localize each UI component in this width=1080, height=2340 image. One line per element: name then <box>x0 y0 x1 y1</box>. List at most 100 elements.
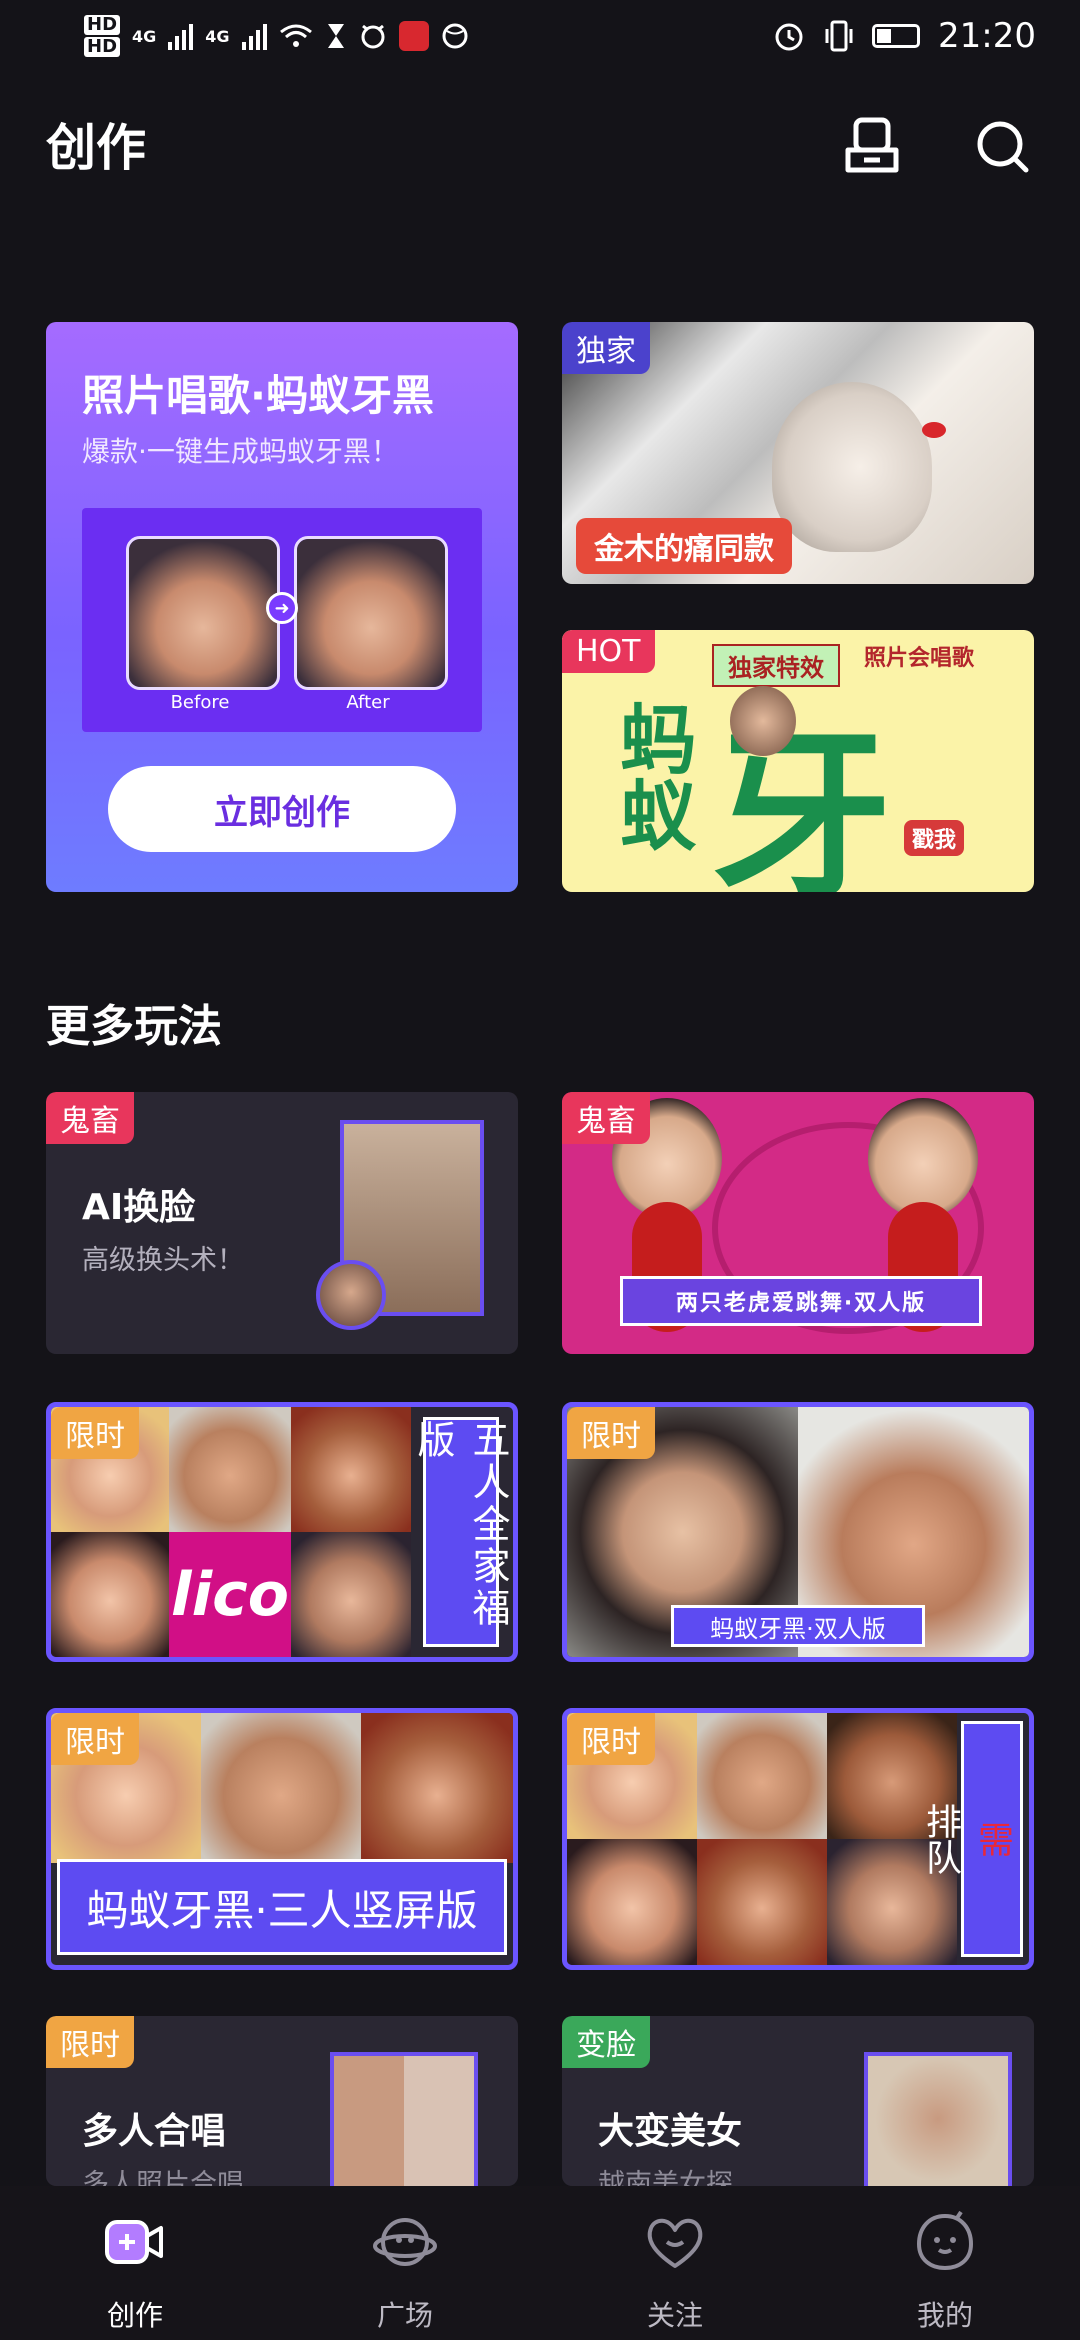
app-notification-icon <box>398 21 429 51</box>
exclusive-card[interactable]: 独家 金木的痛同款 <box>562 322 1034 584</box>
ai-face-swap-card[interactable]: 鬼畜 AI换脸 高级换头术！ <box>46 1092 518 1354</box>
photo-sing-note: 照片会唱歌 <box>863 646 974 671</box>
character-face-image <box>772 382 932 552</box>
vertical-label: 6人版需排队 <box>920 1721 1029 1957</box>
card-tag: 限时 <box>51 1713 139 1765</box>
page-title: 创作 <box>46 119 146 177</box>
status-right: 21:20 <box>772 16 1036 56</box>
featured-subtitle: 爆款·一键生成蚂蚁牙黑！ <box>82 435 399 468</box>
card-caption: 两只老虎爱跳舞·双人版 <box>620 1276 982 1326</box>
vibrate-icon <box>825 20 853 52</box>
nav-item-follow[interactable]: 关注 <box>600 2206 750 2332</box>
signal-icon-2 <box>241 22 267 50</box>
five-person-card[interactable]: 限时 lico 五人全家福版 <box>46 1402 518 1662</box>
planet-icon <box>373 2218 437 2266</box>
nav-item-plaza[interactable]: 广场 <box>330 2206 480 2332</box>
card-tag: 鬼畜 <box>562 1092 650 1144</box>
heart-icon <box>647 2218 703 2268</box>
status-left: HD HD 4G 4G <box>84 14 469 58</box>
card-caption: 蚂蚁牙黑·双人版 <box>671 1605 925 1647</box>
battery-icon <box>872 24 921 48</box>
card-tag: 变脸 <box>562 2016 650 2068</box>
vertical-label: 五人全家福版 <box>411 1417 510 1647</box>
before-after-banner: ➜ Before After <box>82 508 482 732</box>
signal-icon <box>168 22 194 50</box>
face-cell-3 <box>361 1713 513 1863</box>
inbox-icon[interactable] <box>840 114 904 178</box>
net-label-1: 4G <box>132 26 157 46</box>
face-cell-3 <box>291 1407 411 1532</box>
hot-tag: HOT <box>562 630 655 673</box>
face-cell-4 <box>51 1532 169 1657</box>
alarm-app-icon <box>361 24 385 49</box>
face-cell-2 <box>201 1713 361 1863</box>
hot-big-text-1: 蚂蚁 <box>607 700 696 852</box>
face-cell-5 <box>697 1839 827 1965</box>
red-eye-mark <box>922 422 946 438</box>
three-person-card[interactable]: 限时 蚂蚁牙黑·三人竖屏版 <box>46 1708 518 1970</box>
portrait-image <box>864 2052 1012 2186</box>
section-title: 更多玩法 <box>46 1001 222 1052</box>
nav-label: 广场 <box>376 2299 433 2332</box>
arrow-right-icon: ➜ <box>266 592 298 624</box>
beauty-transform-card[interactable]: 变脸 大变美女 越南美女探 <box>562 2016 1034 2186</box>
tap-me-label: 戳我 <box>903 820 964 856</box>
after-label: After <box>346 692 390 713</box>
camera-icon <box>105 2220 163 2264</box>
card-subtitle: 多人照片合唱 <box>82 2169 244 2186</box>
hourglass-icon <box>327 24 344 48</box>
featured-title: 照片唱歌·蚂蚁牙黑 <box>82 371 434 420</box>
nav-item-create[interactable]: 创作 <box>60 2206 210 2332</box>
wifi-icon <box>279 24 312 47</box>
search-icon[interactable] <box>970 114 1034 178</box>
featured-card[interactable]: 照片唱歌·蚂蚁牙黑 爆款·一键生成蚂蚁牙黑！ ➜ Before After 立即… <box>46 322 518 892</box>
group-photo-image <box>330 2052 478 2186</box>
vertical-label-red: 需 <box>972 1821 1013 1857</box>
before-label: Before <box>170 692 230 713</box>
status-bar: HD HD 4G 4G 21:20 <box>0 0 1080 80</box>
card-subtitle: 越南美女探 <box>598 2169 733 2186</box>
vertical-label-top: 6人版 <box>1024 1791 1034 1887</box>
globe-icon <box>442 23 468 49</box>
before-face-image <box>126 536 280 690</box>
card-subtitle: 高级换头术！ <box>82 1245 244 1276</box>
avatar <box>316 1260 386 1330</box>
status-time: 21:20 <box>938 16 1036 56</box>
card-title: 多人合唱 <box>82 2111 227 2152</box>
alarm-clock-icon <box>775 23 803 51</box>
card-tag: 限时 <box>46 2016 134 2068</box>
hd-badge-2: HD <box>84 37 121 57</box>
create-now-button[interactable]: 立即创作 <box>108 766 456 852</box>
dancer-face-right <box>868 1098 978 1218</box>
face-cell-2 <box>169 1407 291 1532</box>
nav-label: 创作 <box>106 2299 163 2332</box>
nav-item-me[interactable]: 我的 <box>870 2206 1020 2332</box>
nav-label: 我的 <box>916 2299 973 2332</box>
six-person-card[interactable]: 限时 6人版需排队 <box>562 1708 1034 1970</box>
card-tag: 限时 <box>51 1407 139 1459</box>
nav-label: 关注 <box>646 2299 703 2332</box>
hd-badge-1: HD <box>84 15 121 35</box>
card-title: 大变美女 <box>598 2111 743 2152</box>
group-chorus-card[interactable]: 限时 多人合唱 多人照片合唱 <box>46 2016 518 2186</box>
after-face-image <box>294 536 448 690</box>
card-title: AI换脸 <box>82 1187 196 1228</box>
face-cell-4 <box>567 1839 697 1965</box>
lico-logo: lico <box>169 1532 291 1657</box>
face-cell-2 <box>697 1713 827 1839</box>
card-caption: 蚂蚁牙黑·三人竖屏版 <box>57 1859 507 1955</box>
face-thumb-image <box>730 686 796 756</box>
tiger-dance-card[interactable]: 鬼畜 两只老虎爱跳舞·双人版 <box>562 1092 1034 1354</box>
exclusive-caption: 金木的痛同款 <box>576 518 792 574</box>
face-cell-5 <box>291 1532 411 1657</box>
two-person-card[interactable]: 限时 蚂蚁牙黑·双人版 <box>562 1402 1034 1662</box>
card-tag: 限时 <box>567 1407 655 1459</box>
net-label-2: 4G <box>205 26 230 46</box>
card-tag: 限时 <box>567 1713 655 1765</box>
exclusive-tag: 独家 <box>562 322 650 374</box>
hd-indicators: HD HD <box>84 14 121 58</box>
card-tag: 鬼畜 <box>46 1092 134 1144</box>
vertical-label-bottom: 排队 <box>920 1803 961 1875</box>
hot-card[interactable]: HOT 独家特效 照片会唱歌 蚂蚁 牙黑 戳我 <box>562 630 1034 892</box>
face-icon <box>916 2210 974 2271</box>
